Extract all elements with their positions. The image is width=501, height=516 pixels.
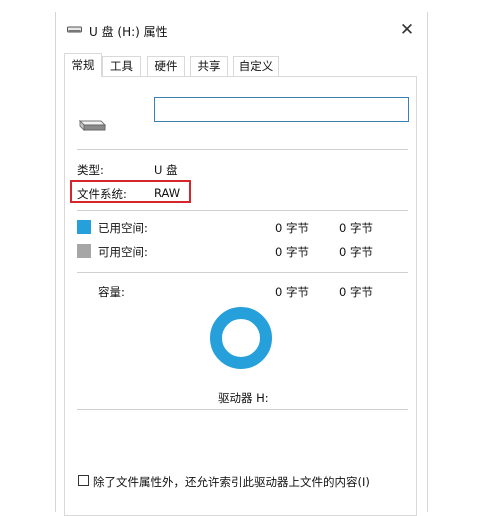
capacity-bytes: 0 字节 — [275, 285, 309, 299]
tab-hardware[interactable]: 硬件 — [147, 56, 185, 76]
used-space-size: 0 字节 — [339, 221, 373, 235]
tab-tools[interactable]: 工具 — [102, 56, 141, 76]
tab-label: 自定义 — [238, 59, 274, 73]
tab-label: 共享 — [197, 59, 221, 73]
usb-drive-icon — [78, 119, 107, 132]
type-value: U 盘 — [154, 163, 178, 177]
free-space-swatch — [77, 244, 91, 258]
window-title: U 盘 (H:) 属性 — [89, 25, 168, 39]
type-label: 类型: — [77, 163, 104, 177]
close-button[interactable]: ✕ — [387, 12, 427, 48]
usage-donut-chart — [210, 307, 272, 369]
tab-general[interactable]: 常规 — [64, 53, 102, 77]
capacity-label: 容量: — [98, 285, 125, 299]
general-tab-panel: 类型: U 盘 文件系统: RAW 已用空间: 0 字节 0 字节 可用空间: … — [64, 76, 417, 516]
donut-ring — [210, 307, 272, 369]
file-system-value: RAW — [154, 186, 181, 200]
drive-letter-label: 驱动器 H: — [218, 391, 269, 405]
tab-customize[interactable]: 自定义 — [233, 56, 279, 76]
separator — [77, 409, 408, 410]
index-contents-label[interactable]: 除了文件属性外，还允许索引此驱动器上文件的内容(I) — [93, 474, 370, 490]
separator — [77, 272, 408, 273]
title-bar[interactable]: U 盘 (H:) 属性 ✕ — [56, 12, 427, 48]
capacity-size: 0 字节 — [339, 285, 373, 299]
index-contents-checkbox[interactable] — [78, 475, 89, 486]
tab-sharing[interactable]: 共享 — [190, 56, 228, 76]
separator — [77, 210, 408, 211]
separator — [77, 149, 408, 150]
drive-name-input[interactable] — [154, 97, 409, 122]
usb-drive-icon — [67, 26, 82, 33]
free-space-bytes: 0 字节 — [275, 245, 309, 259]
free-space-size: 0 字节 — [339, 245, 373, 259]
free-space-label: 可用空间: — [98, 245, 148, 259]
tab-label: 工具 — [110, 59, 133, 73]
close-icon: ✕ — [399, 20, 415, 40]
tab-label: 硬件 — [154, 59, 178, 73]
used-space-swatch — [77, 220, 91, 234]
used-space-label: 已用空间: — [98, 221, 148, 235]
used-space-bytes: 0 字节 — [275, 221, 309, 235]
file-system-label: 文件系统: — [77, 187, 127, 201]
properties-window: U 盘 (H:) 属性 ✕ 常规 工具 硬件 共享 自定义 类型: U 盘 文件… — [55, 12, 428, 516]
tab-label: 常规 — [71, 58, 95, 72]
